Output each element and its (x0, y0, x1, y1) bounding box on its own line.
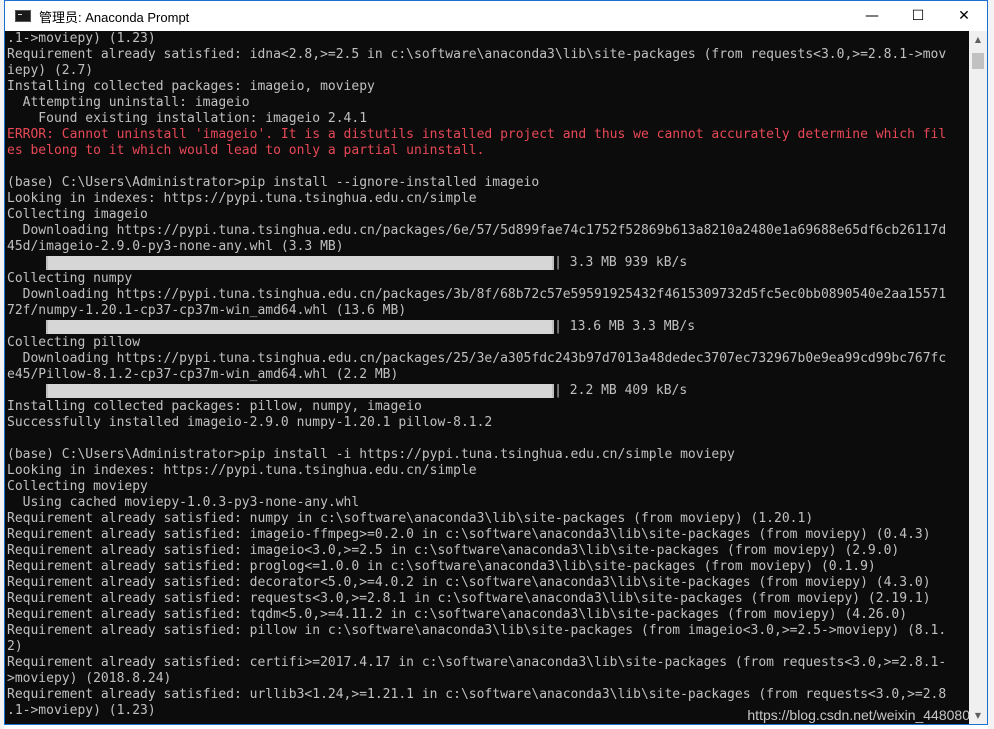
console-line: ERROR: Cannot uninstall 'imageio'. It is… (7, 127, 947, 142)
console-line: iepy) (2.7) (7, 63, 94, 78)
console-line: 2) (7, 639, 23, 654)
console-line: Requirement already satisfied: certifi>=… (7, 655, 947, 670)
console-line: Requirement already satisfied: pillow in… (7, 623, 947, 638)
console-line: Collecting moviepy (7, 479, 148, 494)
scroll-up-arrow-icon[interactable]: ▲ (969, 31, 987, 48)
console-line: Looking in indexes: https://pypi.tuna.ts… (7, 191, 477, 206)
console-line: Downloading https://pypi.tuna.tsinghua.e… (7, 351, 947, 366)
maximize-button[interactable]: ☐ (895, 1, 941, 31)
console-line: (base) C:\Users\Administrator>pip instal… (7, 447, 735, 462)
console-line: Downloading https://pypi.tuna.tsinghua.e… (7, 223, 947, 238)
progress-stats: | 2.2 MB 409 kB/s (554, 383, 688, 398)
console-line: Requirement already satisfied: decorator… (7, 575, 931, 590)
progress-stats: | 3.3 MB 939 kB/s (554, 255, 688, 270)
progress-stats: | 13.6 MB 3.3 MB/s (554, 319, 696, 334)
console-line: Collecting imageio (7, 207, 148, 222)
console-line: 72f/numpy-1.20.1-cp37-cp37m-win_amd64.wh… (7, 303, 407, 318)
console-line: | 2.2 MB 409 kB/s (7, 383, 969, 399)
vertical-scrollbar[interactable]: ▲ ▼ (969, 31, 987, 724)
console-line: | 3.3 MB 939 kB/s (7, 255, 969, 271)
console-line: Looking in indexes: https://pypi.tuna.ts… (7, 463, 477, 478)
window-title: 管理员: Anaconda Prompt (39, 9, 190, 25)
console-line: Requirement already satisfied: tqdm<5.0,… (7, 607, 908, 622)
console-line: Installing collected packages: pillow, n… (7, 399, 422, 414)
scroll-down-arrow-icon[interactable]: ▼ (969, 707, 987, 724)
console-line: .1->moviepy) (1.23) (7, 31, 156, 46)
scrollbar-thumb[interactable] (972, 53, 984, 69)
console-line: Using cached moviepy-1.0.3-py3-none-any.… (7, 495, 360, 510)
anaconda-prompt-window: 管理员: Anaconda Prompt — ☐ ✕ .1->moviepy) … (4, 0, 988, 725)
desktop-background-right (988, 0, 994, 729)
console-line: Found existing installation: imageio 2.4… (7, 111, 368, 126)
console-output[interactable]: .1->moviepy) (1.23) Requirement already s… (5, 31, 969, 724)
console-line: es belong to it which would lead to only… (7, 143, 485, 158)
terminal-icon[interactable] (15, 10, 31, 22)
watermark-text: https://blog.csdn.net/weixin_448080 (747, 707, 970, 723)
console-line: Successfully installed imageio-2.9.0 num… (7, 415, 493, 430)
console-line: Collecting pillow (7, 335, 141, 350)
console-line: Collecting numpy (7, 271, 133, 286)
console-line: Requirement already satisfied: numpy in … (7, 511, 814, 526)
progress-indent (7, 383, 46, 398)
console-line: Requirement already satisfied: imageio<3… (7, 543, 900, 558)
console-line: Requirement already satisfied: proglog<=… (7, 559, 876, 574)
progress-indent (7, 255, 46, 270)
close-button[interactable]: ✕ (941, 1, 987, 31)
console-line: (base) C:\Users\Administrator>pip instal… (7, 175, 540, 190)
title-bar[interactable]: 管理员: Anaconda Prompt — ☐ ✕ (5, 1, 987, 31)
console-line: Downloading https://pypi.tuna.tsinghua.e… (7, 287, 947, 302)
console-line: Attempting uninstall: imageio (7, 95, 250, 110)
download-progress-bar (46, 256, 555, 270)
download-progress-bar (46, 384, 555, 398)
console-line: >moviepy) (2018.8.24) (7, 671, 172, 686)
console-line: Requirement already satisfied: idna<2.8,… (7, 47, 947, 62)
console-line: Requirement already satisfied: imageio-f… (7, 527, 931, 542)
minimize-button[interactable]: — (849, 1, 895, 31)
console-line: Installing collected packages: imageio, … (7, 79, 375, 94)
progress-indent (7, 319, 46, 334)
window-controls: — ☐ ✕ (849, 1, 987, 31)
console-line: | 13.6 MB 3.3 MB/s (7, 319, 969, 335)
download-progress-bar (46, 320, 555, 334)
console-line: 45d/imageio-2.9.0-py3-none-any.whl (3.3 … (7, 239, 344, 254)
console-line: e45/Pillow-8.1.2-cp37-cp37m-win_amd64.wh… (7, 367, 399, 382)
console-line: Requirement already satisfied: requests<… (7, 591, 931, 606)
console-line: Requirement already satisfied: urllib3<1… (7, 687, 947, 702)
